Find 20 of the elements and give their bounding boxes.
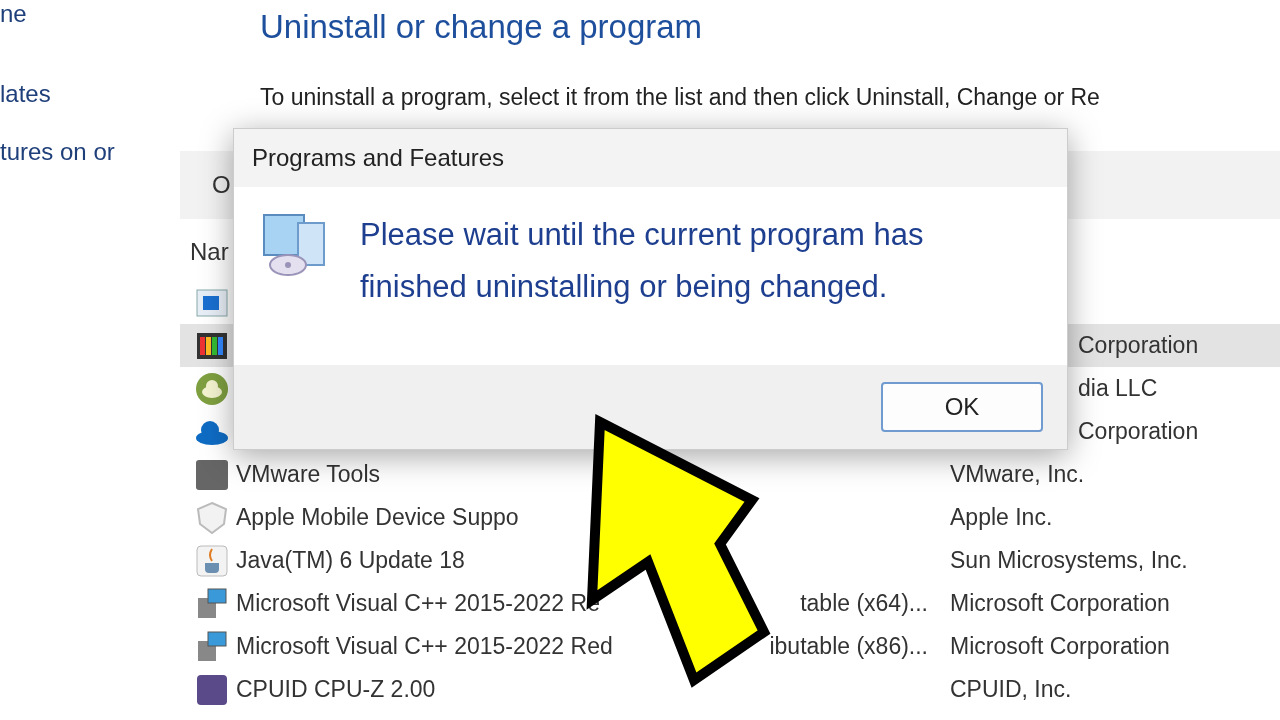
publisher-name: Corporation [1078,418,1199,445]
publisher-name: dia LLC [1078,375,1158,402]
program-name: VMware Tools [236,461,381,488]
publisher-name: VMware, Inc. [950,461,1085,488]
program-name: table (x64)... [800,590,928,617]
publisher-name: Corporation [1078,332,1199,359]
publisher-name: Sun Microsystems, Inc. [950,547,1188,574]
dialog-message: Please wait until the current program has finished uninstalling or being changed. [360,216,925,306]
program-name: Java(TM) 6 Update 18 [236,547,465,574]
publisher-name: Microsoft Corporation [950,633,1170,660]
program-name: ibutable (x86)... [769,633,928,660]
publisher-name: CPUID, Inc. [950,676,1072,703]
program-name: Apple Mobile Device Suppo [236,504,519,531]
instructions-text: To uninstall a program, select it from the list and then click Uninstall, Change or Re [260,84,1101,111]
publisher-name: Apple Inc. [950,504,1053,531]
page-heading: Uninstall or change a program [260,8,704,46]
program-name: Microsoft Visual C++ 2015-2022 Red [236,633,613,660]
program-name: CPUID CPU-Z 2.00 [236,676,436,703]
dialog-title: Programs and Features [252,144,505,172]
publisher-name: Microsoft Corporation [950,590,1170,617]
